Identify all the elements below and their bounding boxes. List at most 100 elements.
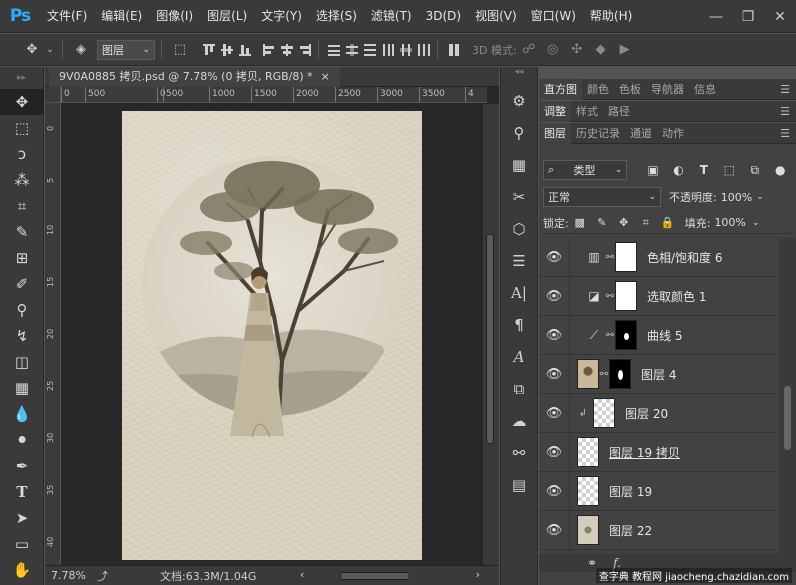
chevron-down-icon[interactable]: ⌄ <box>756 192 764 202</box>
chain-link-icon[interactable]: ⚯ <box>605 291 615 302</box>
character-styles-icon[interactable]: ⧉ <box>501 373 537 405</box>
gradient-tool-button[interactable]: ▦ <box>0 375 44 401</box>
document-tab[interactable]: 9V0A0885 拷贝.psd @ 7.78% (0 拷贝, RGB/8) * … <box>49 67 340 87</box>
crop-tool-button[interactable]: ⌗ <box>0 193 44 219</box>
export-icon[interactable]: ⤴ <box>97 568 108 584</box>
magic-wand-tool-button[interactable]: ⁂ <box>0 167 44 193</box>
path-selection-tool-button[interactable]: ➤ <box>0 505 44 531</box>
glyphs-icon[interactable]: A <box>501 341 537 373</box>
filter-shape-icon[interactable]: ⬚ <box>718 163 741 177</box>
paragraph-icon[interactable]: ¶ <box>501 309 537 341</box>
menu-item[interactable]: 文件(F) <box>40 0 94 33</box>
3d-roll-icon[interactable]: ◎ <box>541 38 565 62</box>
scroll-right-icon[interactable]: › <box>476 568 480 581</box>
eyedropper-tool-button[interactable]: ✎ <box>0 219 44 245</box>
filter-toggle-icon[interactable]: ● <box>769 163 792 177</box>
3d-slide-icon[interactable]: ◆ <box>589 38 613 62</box>
align-left-icon[interactable] <box>262 43 276 57</box>
layer-row[interactable]: 👁 ◪ ⚯ 选取颜色 1 <box>539 276 779 316</box>
brush-settings-icon[interactable]: ☰ <box>501 245 537 277</box>
type-tool-button[interactable]: T <box>0 479 44 505</box>
chain-link-icon[interactable]: ⚯ <box>599 369 609 380</box>
panel-tab[interactable]: 通道 <box>625 123 657 144</box>
layer-thumbnail[interactable] <box>593 398 615 428</box>
stamp-icon[interactable]: ⚲ <box>501 117 537 149</box>
panel-tab[interactable]: 信息 <box>689 79 721 100</box>
menu-item[interactable]: 选择(S) <box>309 0 364 33</box>
filter-kind-dropdown[interactable]: ⌕ 类型 ⌄ <box>543 160 628 180</box>
ruler-left[interactable]: 0 5 10 15 20 25 30 35 40 <box>45 103 61 567</box>
menu-item[interactable]: 3D(D) <box>419 0 468 33</box>
distribute-right-icon[interactable] <box>417 43 431 57</box>
layer-thumbnail[interactable] <box>577 515 599 545</box>
align-hcenter-icon[interactable] <box>280 43 294 57</box>
filter-smart-object-icon[interactable]: ⧉ <box>743 163 766 178</box>
layer-mask-thumbnail[interactable] <box>615 281 637 311</box>
scroll-thumb[interactable] <box>340 572 410 580</box>
panel-tab[interactable]: 历史记录 <box>571 123 625 144</box>
ruler-top[interactable]: 050005001000150020002500300035004 <box>61 87 487 103</box>
menu-item[interactable]: 文字(Y) <box>254 0 309 33</box>
layer-name[interactable]: 图层 19 <box>609 483 652 500</box>
horizontal-scrollbar[interactable]: ‹ › <box>300 568 480 582</box>
layer-thumbnail[interactable] <box>577 476 599 506</box>
3d-scale-icon[interactable]: ▶ <box>613 38 637 62</box>
visibility-eye-icon[interactable]: 👁 <box>539 523 569 538</box>
blur-tool-button[interactable]: 💧 <box>0 401 44 427</box>
close-button[interactable]: ✕ <box>764 0 796 33</box>
menu-item[interactable]: 图像(I) <box>149 0 200 33</box>
layer-mask-thumbnail[interactable] <box>615 320 637 350</box>
chain-link-icon[interactable]: ⚯ <box>605 252 615 263</box>
libraries-icon[interactable]: ☁ <box>501 405 537 437</box>
filter-adjustment-icon[interactable]: ◐ <box>667 163 690 177</box>
brush-tool-button[interactable]: ✐ <box>0 271 44 297</box>
layer-name[interactable]: 图层 19 拷贝 <box>609 444 680 461</box>
scroll-thumb[interactable] <box>784 386 791 450</box>
healing-brush-tool-button[interactable]: ⊞ <box>0 245 44 271</box>
panel-grip-icon[interactable]: ▸▸ <box>0 67 43 89</box>
rectangle-tool-button[interactable]: ▭ <box>0 531 44 557</box>
document-info[interactable]: 文档:63.3M/1.04G <box>160 568 256 584</box>
ruler-corner[interactable] <box>45 87 61 103</box>
menu-item[interactable]: 窗口(W) <box>524 0 583 33</box>
minimize-button[interactable]: — <box>700 0 732 33</box>
auto-select-dropdown[interactable]: 图层 ⌄ <box>97 39 155 60</box>
visibility-eye-icon[interactable]: 👁 <box>539 289 569 304</box>
visibility-eye-icon[interactable]: 👁 <box>539 250 569 265</box>
layer-name[interactable]: 选取颜色 1 <box>647 288 706 305</box>
history-brush-tool-button[interactable]: ↯ <box>0 323 44 349</box>
layer-name[interactable]: 曲线 5 <box>647 327 682 344</box>
filter-type-icon[interactable]: T <box>692 163 715 177</box>
panel-tab[interactable]: 颜色 <box>582 79 614 100</box>
lock-image-icon[interactable]: ✎ <box>591 216 613 229</box>
layer-row[interactable]: 👁 ⟋ ⚯ 曲线 5 <box>539 315 779 355</box>
align-bottom-icon[interactable] <box>238 43 252 57</box>
dodge-tool-button[interactable]: ⚫ <box>0 427 44 453</box>
layer-thumbnail[interactable] <box>577 437 599 467</box>
3d-orbit-icon[interactable]: ☍ <box>517 38 541 62</box>
distribute-left-icon[interactable] <box>381 43 395 57</box>
panel-tab[interactable]: 直方图 <box>539 78 582 100</box>
distribute-top-icon[interactable] <box>327 43 341 57</box>
chevron-down-icon[interactable]: ⌄ <box>752 218 760 228</box>
layer-comps-icon[interactable]: ▤ <box>501 469 537 501</box>
3d-cube-icon[interactable]: ⬡ <box>501 213 537 245</box>
move-tool-icon[interactable]: ✥ <box>20 38 44 62</box>
visibility-eye-icon[interactable]: 👁 <box>539 445 569 460</box>
character-icon[interactable]: A| <box>501 277 537 309</box>
panel-tab[interactable]: 路径 <box>603 101 635 122</box>
align-right-icon[interactable] <box>298 43 312 57</box>
menu-item[interactable]: 滤镜(T) <box>364 0 419 33</box>
layer-row[interactable]: 👁 图层 19 <box>539 471 779 511</box>
fill-value[interactable]: 100% <box>714 216 745 229</box>
lock-all-icon[interactable]: 🔒 <box>657 216 679 229</box>
visibility-eye-icon[interactable]: 👁 <box>539 406 569 421</box>
panel-menu-icon[interactable]: ☰ <box>780 101 790 122</box>
layer-row[interactable]: 👁 图层 22 <box>539 510 779 550</box>
panel-menu-icon[interactable]: ☰ <box>780 79 790 100</box>
visibility-eye-icon[interactable]: 👁 <box>539 328 569 343</box>
panel-tab[interactable]: 导航器 <box>646 79 689 100</box>
filter-pixel-icon[interactable]: ▣ <box>641 163 664 177</box>
panel-tab[interactable]: 色板 <box>614 79 646 100</box>
layer-row[interactable]: 👁 图层 19 拷贝 <box>539 432 779 472</box>
